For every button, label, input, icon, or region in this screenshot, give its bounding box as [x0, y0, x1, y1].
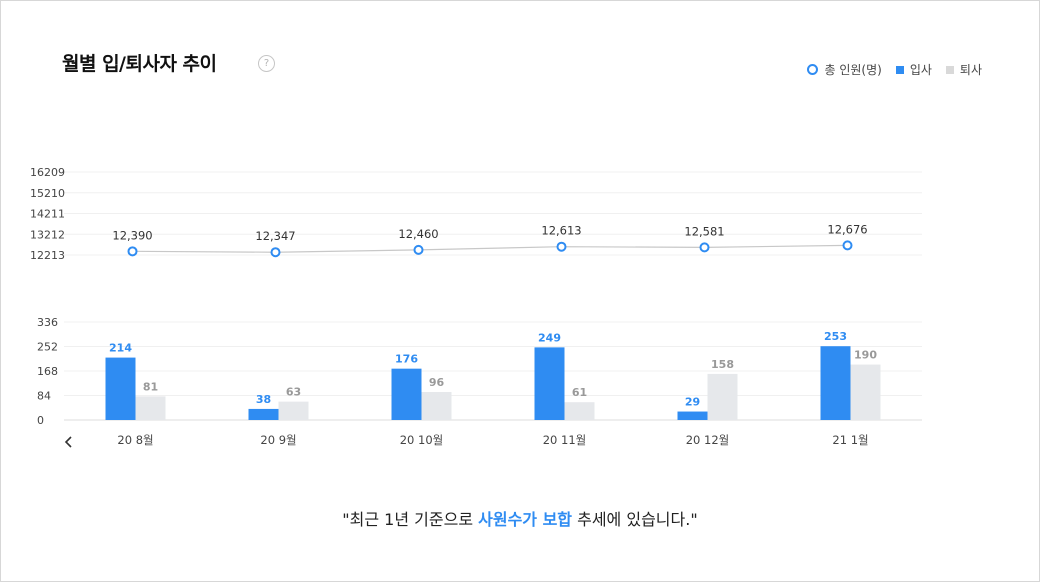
hire-exit-chart: 16209 15210 14211 13212 12213 12,390 12,347 12,… — [30, 166, 922, 447]
hire-bar — [391, 368, 422, 420]
summary-highlight: 사원수가 보합 — [478, 510, 573, 529]
exit-bar-label: 61 — [572, 386, 587, 399]
exit-bar-label: 96 — [429, 376, 445, 389]
hire-bar-label: 253 — [824, 330, 847, 343]
x-tick-label: 21 1월 — [832, 433, 868, 447]
total-headcount-label: 12,581 — [684, 224, 724, 238]
total-headcount-point — [270, 247, 281, 258]
exit-bar-label: 158 — [711, 358, 734, 371]
total-headcount-line — [132, 244, 848, 253]
summary-prefix: "최근 1년 기준으로 — [342, 510, 479, 529]
hire-bar-label: 29 — [685, 396, 700, 409]
y-tick-label: 16209 — [30, 166, 65, 179]
hire-bar — [248, 408, 279, 420]
chevron-left-icon — [64, 436, 72, 448]
y-tick-label: 168 — [37, 365, 58, 378]
exit-bar — [421, 392, 452, 420]
total-headcount-point — [413, 244, 424, 255]
x-tick-label: 20 10월 — [400, 433, 444, 447]
y-tick-label: 252 — [37, 341, 58, 354]
y-tick-label: 12213 — [30, 249, 65, 262]
exit-bar-label: 81 — [143, 380, 158, 393]
exit-bar — [850, 364, 881, 420]
total-headcount-label: 12,460 — [398, 227, 438, 241]
hire-bar-label: 214 — [109, 342, 132, 355]
total-headcount-label: 12,390 — [112, 228, 152, 242]
total-headcount-point — [127, 246, 138, 257]
total-headcount-label: 12,347 — [255, 229, 295, 243]
summary-suffix: 추세에 있습니다." — [572, 510, 698, 529]
exit-bar — [707, 373, 738, 420]
y-tick-label: 0 — [37, 414, 44, 427]
trend-summary: "최근 1년 기준으로 사원수가 보합 추세에 있습니다." — [0, 506, 1040, 530]
exit-bar — [135, 396, 166, 420]
total-headcount-point — [556, 241, 567, 252]
hire-bar — [677, 411, 708, 420]
y-tick-label: 336 — [37, 316, 58, 329]
hire-bar — [820, 346, 851, 420]
exit-bar — [564, 402, 595, 420]
x-tick-label: 20 9월 — [260, 433, 296, 447]
total-headcount-label: 12,676 — [827, 222, 867, 236]
exit-bar — [278, 401, 309, 420]
y-tick-label: 14211 — [30, 208, 65, 221]
y-tick-label: 84 — [37, 390, 51, 403]
hire-bar-label: 249 — [538, 331, 561, 344]
y-tick-label: 15210 — [30, 187, 65, 200]
exit-bar-label: 190 — [854, 349, 877, 362]
hire-bar — [105, 357, 136, 420]
hire-bar-label: 176 — [395, 353, 418, 366]
total-headcount-point — [842, 240, 853, 251]
x-tick-label: 20 11월 — [543, 433, 587, 447]
exit-bar-label: 63 — [286, 386, 301, 399]
hire-bar-label: 38 — [256, 393, 271, 406]
prev-period-button[interactable] — [60, 432, 78, 452]
x-tick-label: 20 8월 — [117, 433, 153, 447]
total-headcount-label: 12,613 — [541, 224, 581, 238]
x-tick-label: 20 12월 — [686, 433, 730, 447]
y-tick-label: 13212 — [30, 228, 65, 241]
hire-bar — [534, 347, 565, 420]
total-headcount-point — [699, 242, 710, 253]
